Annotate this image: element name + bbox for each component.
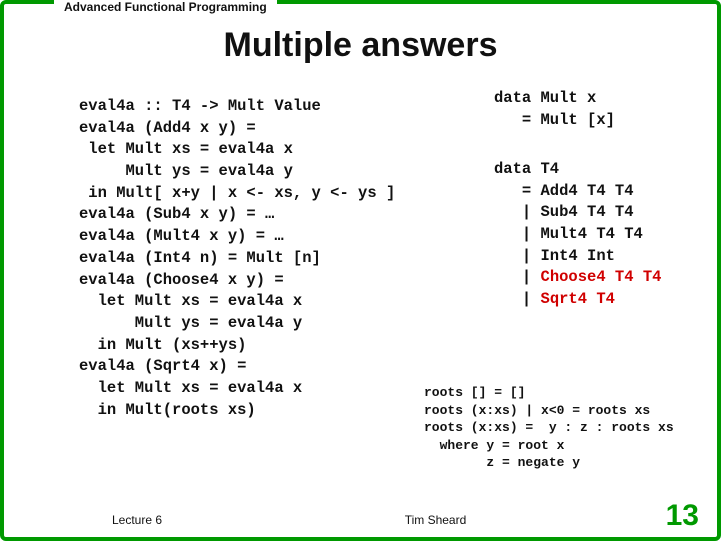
code-line: eval4a (Sub4 x y) = … [79,205,274,223]
code-line: let Mult xs = eval4a x [79,140,293,158]
code-line: eval4a (Mult4 x y) = … [79,227,284,245]
code-line: | Mult4 T4 T4 [494,225,643,243]
code-line: where y = root x [424,438,564,453]
footer-author: Tim Sheard [154,513,717,527]
slide-frame: Advanced Functional Programming Multiple… [0,0,721,541]
code-block-roots: roots [] = [] roots (x:xs) | x<0 = roots… [424,384,674,472]
code-line: eval4a (Int4 n) = Mult [n] [79,249,321,267]
code-line: let Mult xs = eval4a x [79,292,302,310]
code-line: let Mult xs = eval4a x [79,379,302,397]
code-line: in Mult[ x+y | x <- xs, y <- ys ] [79,184,395,202]
code-line: roots (x:xs) = y : z : roots xs [424,420,674,435]
code-line: eval4a :: T4 -> Mult Value [79,97,321,115]
code-line: | [494,268,541,286]
code-line: eval4a (Sqrt4 x) = [79,357,246,375]
code-block-eval4a: eval4a :: T4 -> Mult Value eval4a (Add4 … [79,96,395,421]
slide-number: 13 [666,499,699,533]
code-block-mult: data Mult x = Mult [x] [494,88,615,131]
code-line: roots (x:xs) | x<0 = roots xs [424,403,650,418]
code-line: = Mult [x] [494,111,615,129]
code-line: | Int4 Int [494,247,615,265]
code-line: roots [] = [] [424,385,525,400]
code-highlight: Choose4 T4 T4 [541,268,662,286]
code-line: eval4a (Add4 x y) = [79,119,256,137]
slide-title: Multiple answers [4,26,717,65]
footer: Lecture 6 Tim Sheard 13 [4,503,717,527]
course-header: Advanced Functional Programming [54,0,277,14]
code-line: = Add4 T4 T4 [494,182,634,200]
code-line: z = negate y [424,455,580,470]
code-line: data T4 [494,160,559,178]
code-line: data Mult x [494,89,596,107]
code-line: | [494,290,541,308]
code-line: eval4a (Choose4 x y) = [79,271,284,289]
code-line: in Mult(roots xs) [79,401,256,419]
code-line: | Sub4 T4 T4 [494,203,634,221]
code-line: in Mult (xs++ys) [79,336,246,354]
code-line: Mult ys = eval4a y [79,314,302,332]
code-block-t4: data T4 = Add4 T4 T4 | Sub4 T4 T4 | Mult… [494,159,661,311]
code-line: Mult ys = eval4a y [79,162,293,180]
code-highlight: Sqrt4 T4 [541,290,615,308]
